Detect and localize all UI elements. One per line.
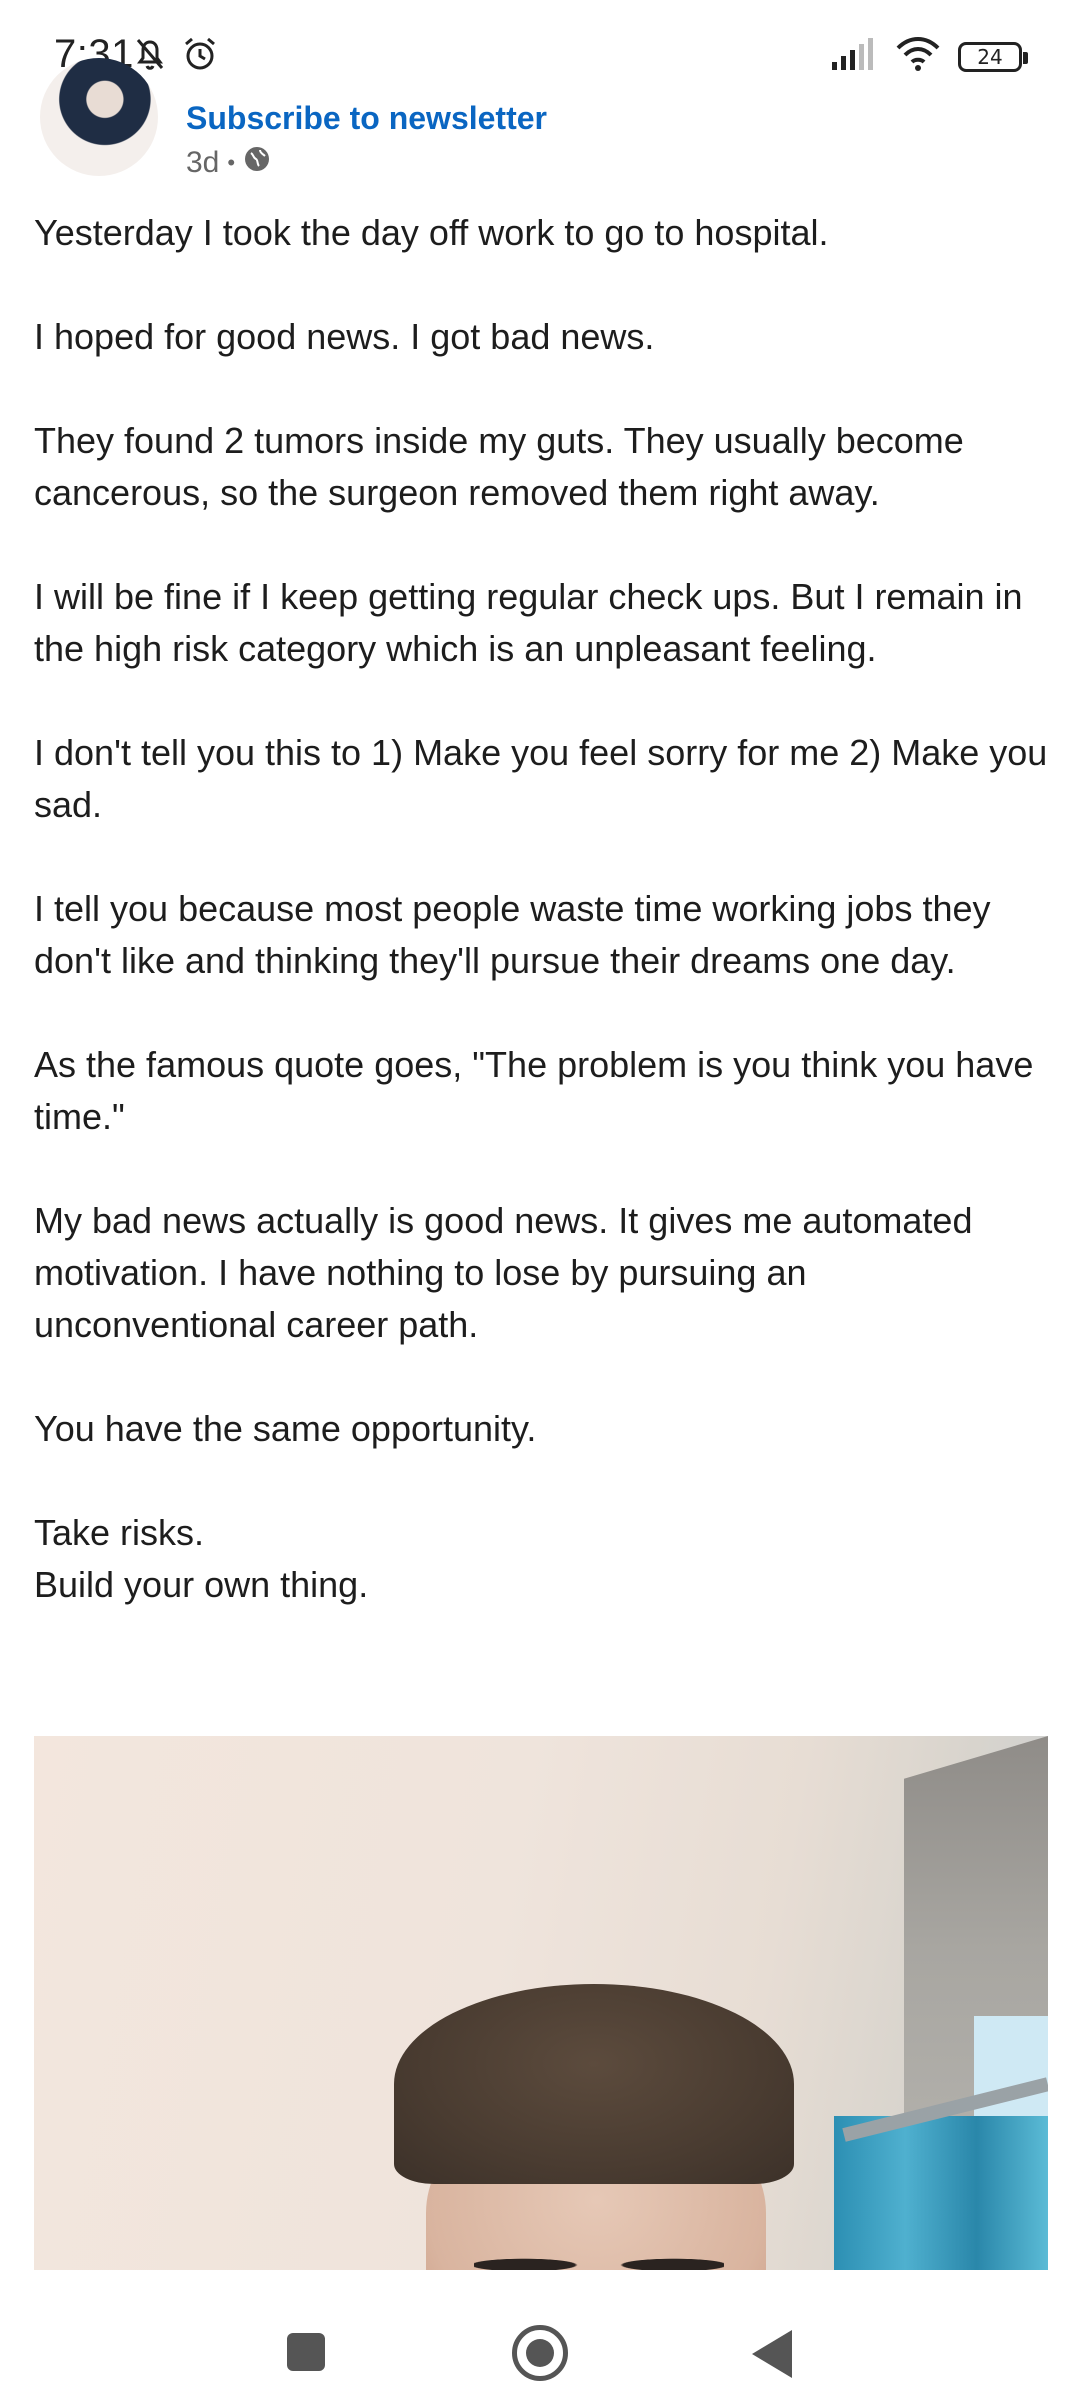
photo-window: [974, 2016, 1048, 2126]
post-paragraph: As the famous quote goes, "The problem i…: [34, 1044, 1034, 1137]
post-paragraph: I don't tell you this to 1) Make you fee…: [34, 732, 1048, 825]
post-body: Yesterday I took the day off work to go …: [34, 207, 1054, 1611]
wifi-icon: [896, 36, 940, 77]
post-header: Subscribe to newsletter 3d •: [0, 58, 1080, 188]
post-paragraph: Take risks.: [34, 1512, 205, 1553]
status-left-icons: [130, 34, 220, 79]
globe-icon: [243, 145, 271, 181]
post-paragraph: I will be fine if I keep getting regular…: [34, 576, 1023, 669]
photo-eyes: [474, 2241, 724, 2270]
navigation-bar: [0, 2270, 1080, 2400]
post-paragraph: Yesterday I took the day off work to go …: [34, 212, 829, 253]
back-icon[interactable]: [752, 2330, 792, 2378]
post-photo[interactable]: [34, 1736, 1048, 2270]
home-icon[interactable]: [512, 2325, 568, 2381]
subscribe-newsletter-link[interactable]: Subscribe to newsletter: [186, 100, 547, 137]
post-paragraph: Build your own thing.: [34, 1564, 369, 1605]
post-paragraph: They found 2 tumors inside my guts. They…: [34, 420, 964, 513]
recents-icon[interactable]: [287, 2333, 325, 2371]
alarm-icon: [180, 34, 220, 79]
post-paragraph: You have the same opportunity.: [34, 1408, 537, 1449]
photo-shower-curtain: [834, 2116, 1048, 2270]
post-age: 3d: [186, 146, 220, 179]
photo-hair: [394, 1984, 794, 2184]
post-paragraph: I tell you because most people waste tim…: [34, 888, 991, 981]
battery-icon: 24: [958, 41, 1028, 72]
signal-icon: [830, 36, 878, 77]
meta-separator: •: [227, 150, 236, 175]
post-paragraph: I hoped for good news. I got bad news.: [34, 316, 655, 357]
avatar[interactable]: [40, 58, 158, 176]
status-right-icons: 24: [830, 36, 1028, 77]
post-meta: 3d •: [186, 145, 271, 181]
post-paragraph: My bad news actually is good news. It gi…: [34, 1200, 973, 1345]
